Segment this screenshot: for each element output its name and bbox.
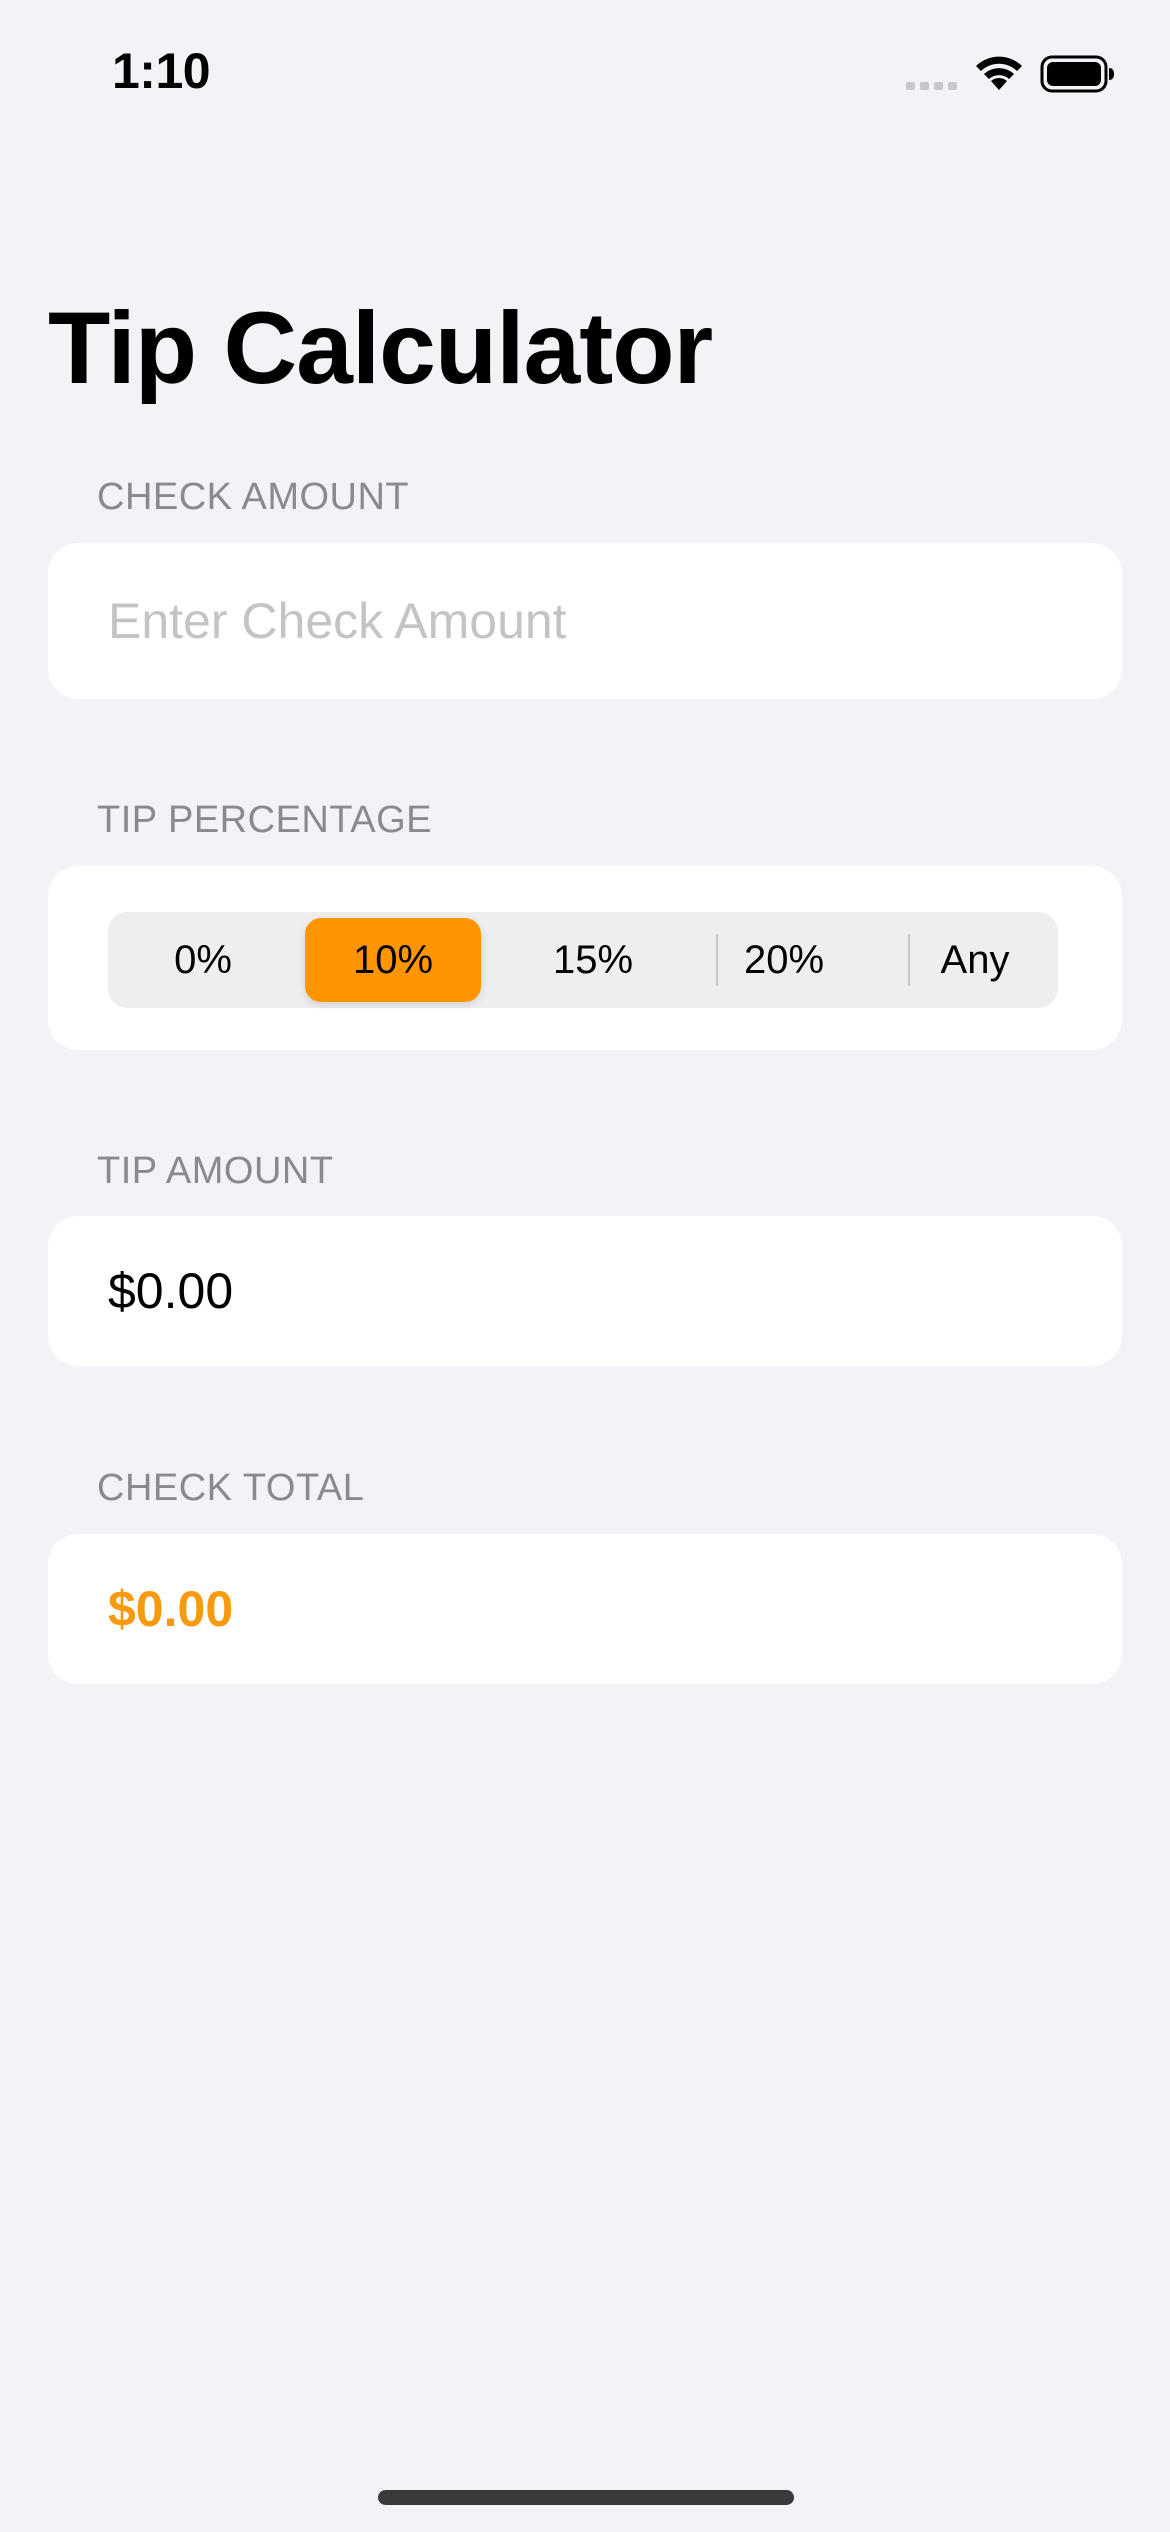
tip-percentage-segmented-control: 0% 10% 15% 20% Any bbox=[108, 912, 1058, 1008]
cellular-signal-icon bbox=[906, 82, 957, 90]
check-total-value: $0.00 bbox=[108, 1581, 234, 1637]
tip-amount-card: $0.00 bbox=[48, 1216, 1122, 1366]
tip-percentage-card: 0% 10% 15% 20% Any bbox=[48, 866, 1122, 1050]
check-total-header: CHECK TOTAL bbox=[97, 1467, 365, 1509]
tip-percentage-header: TIP PERCENTAGE bbox=[97, 799, 432, 841]
wifi-icon bbox=[976, 56, 1022, 90]
check-amount-card bbox=[48, 543, 1122, 699]
tip-option-any[interactable]: Any bbox=[880, 912, 1070, 1008]
page-title: Tip Calculator bbox=[48, 291, 713, 405]
status-bar: 1:10 bbox=[0, 0, 1170, 140]
check-amount-input[interactable] bbox=[108, 543, 1068, 699]
tip-option-15[interactable]: 15% bbox=[498, 912, 688, 1008]
tip-option-0[interactable]: 0% bbox=[108, 912, 298, 1008]
tip-amount-value: $0.00 bbox=[108, 1263, 234, 1319]
battery-full-icon bbox=[1040, 55, 1114, 93]
tip-option-20[interactable]: 20% bbox=[689, 912, 879, 1008]
check-total-card: $0.00 bbox=[48, 1534, 1122, 1684]
home-indicator[interactable] bbox=[378, 2490, 794, 2505]
tip-option-10-selected[interactable]: 10% bbox=[305, 918, 481, 1002]
check-amount-header: CHECK AMOUNT bbox=[97, 476, 410, 518]
tip-amount-header: TIP AMOUNT bbox=[97, 1150, 334, 1192]
status-time: 1:10 bbox=[112, 43, 211, 99]
